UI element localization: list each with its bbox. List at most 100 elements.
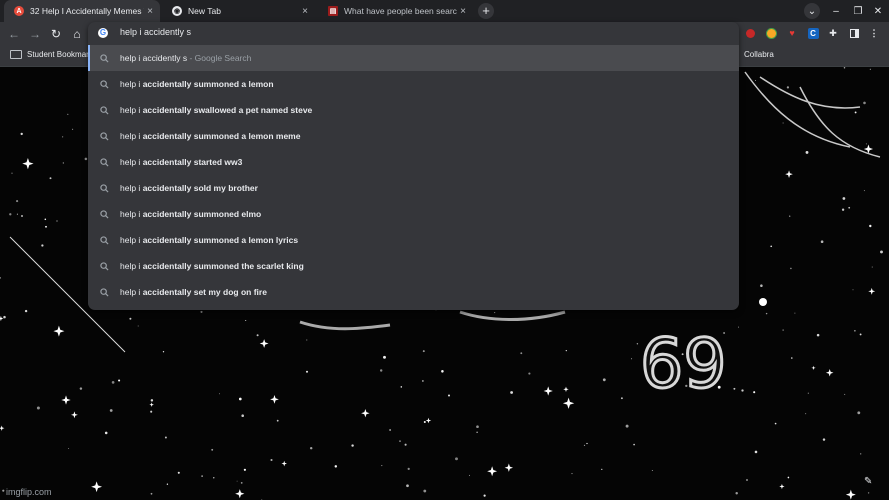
- suggestion-text: help i accidentally set my dog on fire: [120, 287, 267, 297]
- search-icon: [88, 183, 120, 193]
- suggestion-item[interactable]: help i accidentally summoned a lemon: [88, 71, 739, 97]
- sparkle-star: [811, 365, 816, 370]
- new-tab-button[interactable]: +: [478, 3, 494, 19]
- star: [16, 213, 18, 215]
- tab-search-button[interactable]: ⌄: [804, 3, 820, 19]
- address-bar[interactable]: G help i accidently s: [88, 22, 739, 44]
- star: [455, 457, 458, 461]
- suggestion-item[interactable]: help i accidentally summoned a lemon lyr…: [88, 227, 739, 253]
- chrome-icon: ◉: [172, 6, 182, 16]
- star: [633, 443, 635, 446]
- suggestion-prefix: help i: [120, 79, 143, 89]
- extensions-puzzle-icon[interactable]: ✚: [826, 26, 840, 40]
- star: [422, 380, 424, 382]
- star: [586, 442, 588, 445]
- suggestion-text: help i accidentally started ww3: [120, 157, 242, 167]
- reload-button[interactable]: ↻: [49, 27, 63, 41]
- star: [45, 225, 47, 228]
- star: [0, 277, 1, 279]
- close-icon[interactable]: ×: [299, 6, 311, 17]
- arrow-left-icon: ←: [8, 27, 20, 41]
- star: [407, 467, 410, 471]
- tab-new-tab[interactable]: ◉ New Tab ×: [162, 0, 315, 22]
- star: [760, 284, 763, 287]
- suggestion-prefix: help i: [120, 261, 143, 271]
- star: [20, 132, 23, 136]
- star: [859, 333, 862, 336]
- search-icon: [88, 131, 120, 141]
- close-icon[interactable]: ×: [144, 6, 156, 17]
- tab-title: New Tab: [188, 6, 221, 16]
- suggestion-item[interactable]: help i accidentally set my dog on fire: [88, 279, 739, 305]
- chevron-down-icon: ⌄: [807, 5, 817, 17]
- back-button[interactable]: ←: [7, 27, 21, 41]
- side-panel-icon[interactable]: [847, 26, 861, 40]
- star: [213, 477, 215, 479]
- suggestion-item[interactable]: help i accidentally started ww3: [88, 149, 739, 175]
- pencil-icon[interactable]: ✎: [864, 476, 872, 487]
- suggestion-text: help i accidently s - Google Search: [120, 53, 251, 63]
- suggestion-item[interactable]: help i accidentally summoned elmo: [88, 201, 739, 227]
- suggestion-prefix: help i: [120, 235, 143, 245]
- sparkle-star: [562, 397, 575, 409]
- restore-button[interactable]: ❐: [848, 0, 868, 22]
- star: [62, 136, 64, 138]
- home-icon: ⌂: [73, 27, 81, 41]
- home-button[interactable]: ⌂: [70, 27, 84, 41]
- star: [238, 397, 242, 401]
- star: [306, 339, 308, 341]
- star: [241, 414, 244, 417]
- bookmark-student[interactable]: Student Bookmar: [10, 50, 89, 59]
- suggestion-item[interactable]: help i accidentally summoned a lemon mem…: [88, 123, 739, 149]
- sparkle-star: [0, 315, 4, 322]
- sparkle-star: [71, 411, 78, 419]
- extension-red-icon[interactable]: [743, 26, 757, 40]
- menu-icon[interactable]: ⋮: [867, 26, 881, 40]
- star: [735, 492, 738, 495]
- bookmark-label: Student Bookmar: [27, 50, 89, 59]
- bookmark-collabra[interactable]: Collabra: [744, 50, 774, 59]
- star: [150, 410, 153, 413]
- suggestion-item[interactable]: help i accidentally swallowed a pet name…: [88, 97, 739, 123]
- star: [805, 150, 809, 154]
- star: [863, 101, 866, 105]
- sparkle-star: [149, 402, 154, 407]
- suggestion-item[interactable]: help i accidently s - Google Search: [88, 45, 739, 71]
- extension-colorful-icon[interactable]: [764, 26, 778, 40]
- tab-imgflip[interactable]: A 32 Help I Accidentally Memes Th ×: [4, 0, 160, 22]
- suggestion-item[interactable]: help i accidentally summoned the scarlet…: [88, 253, 739, 279]
- star: [166, 483, 169, 485]
- star: [842, 197, 846, 200]
- star: [423, 489, 427, 493]
- star: [400, 386, 403, 388]
- sparkle-star: [504, 463, 514, 472]
- star: [765, 312, 768, 315]
- search-icon: [88, 235, 120, 245]
- star: [68, 448, 70, 449]
- close-icon[interactable]: ×: [457, 6, 469, 17]
- minimize-button[interactable]: –: [826, 0, 846, 22]
- forward-button[interactable]: →: [28, 27, 42, 41]
- window-close-button[interactable]: ✕: [868, 0, 888, 22]
- tab-search-trends[interactable]: ▤ What have people been searchin ×: [318, 0, 473, 22]
- star: [620, 397, 623, 400]
- extension-c-icon[interactable]: C: [806, 26, 820, 40]
- sparkle-star: [785, 170, 793, 179]
- star: [843, 67, 846, 69]
- star: [583, 444, 586, 447]
- sparkle-star: [845, 489, 856, 500]
- star: [20, 214, 24, 218]
- suggestion-text: help i accidentally summoned elmo: [120, 209, 261, 219]
- star: [854, 330, 856, 332]
- suggestion-item[interactable]: help i accidentally sold my brother: [88, 175, 739, 201]
- search-icon: [88, 53, 120, 63]
- extension-heart-icon[interactable]: ♥: [785, 26, 799, 40]
- star: [651, 469, 653, 471]
- tab-title: 32 Help I Accidentally Memes Th: [30, 6, 144, 16]
- omnibox-dropdown: G help i accidently s help i accidently …: [88, 22, 739, 310]
- star: [41, 244, 44, 247]
- suggestion-prefix: help i: [120, 183, 143, 193]
- star: [109, 409, 113, 412]
- address-input[interactable]: help i accidently s: [120, 27, 191, 37]
- sparkle-star: [259, 339, 269, 348]
